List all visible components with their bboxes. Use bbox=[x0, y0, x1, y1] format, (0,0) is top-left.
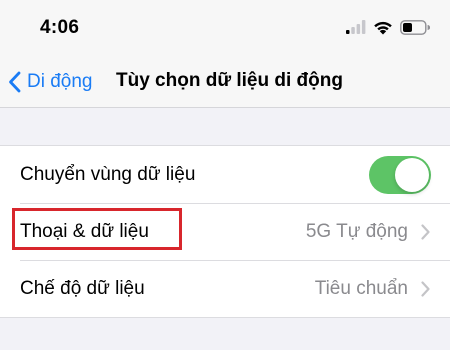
status-bar: 4:06 bbox=[0, 0, 450, 56]
chevron-right-icon bbox=[421, 223, 430, 240]
chevron-right-icon bbox=[421, 280, 430, 297]
toggle-knob bbox=[395, 157, 429, 192]
nav-divider bbox=[0, 107, 450, 108]
navigation-bar: Di động Tùy chọn dữ liệu di động bbox=[0, 56, 450, 108]
status-time: 4:06 bbox=[40, 17, 80, 38]
row-value: 5G Tự động bbox=[305, 220, 408, 242]
settings-row-voice-data[interactable]: Thoại & dữ liệu 5G Tự động bbox=[0, 203, 450, 260]
chevron-left-icon bbox=[8, 71, 27, 93]
battery-icon bbox=[400, 19, 430, 35]
row-label: Chế độ dữ liệu bbox=[20, 277, 145, 299]
settings-list: Chuyển vùng dữ liệu Thoại & dữ liệu 5G T… bbox=[0, 145, 450, 318]
row-label: Thoại & dữ liệu bbox=[20, 220, 149, 242]
row-label: Chuyển vùng dữ liệu bbox=[20, 163, 196, 185]
back-label: Di động bbox=[27, 71, 93, 92]
page-title: Tùy chọn dữ liệu di động bbox=[116, 70, 343, 91]
settings-row-data-mode[interactable]: Chế độ dữ liệu Tiêu chuẩn bbox=[0, 260, 450, 317]
data-roaming-toggle[interactable] bbox=[369, 155, 431, 194]
status-icons bbox=[346, 19, 430, 35]
row-value: Tiêu chuẩn bbox=[314, 277, 408, 299]
settings-row-data-roaming: Chuyển vùng dữ liệu bbox=[0, 146, 450, 203]
wifi-icon bbox=[373, 20, 393, 35]
back-button[interactable]: Di động bbox=[8, 68, 93, 96]
cellular-signal-icon bbox=[346, 20, 366, 34]
